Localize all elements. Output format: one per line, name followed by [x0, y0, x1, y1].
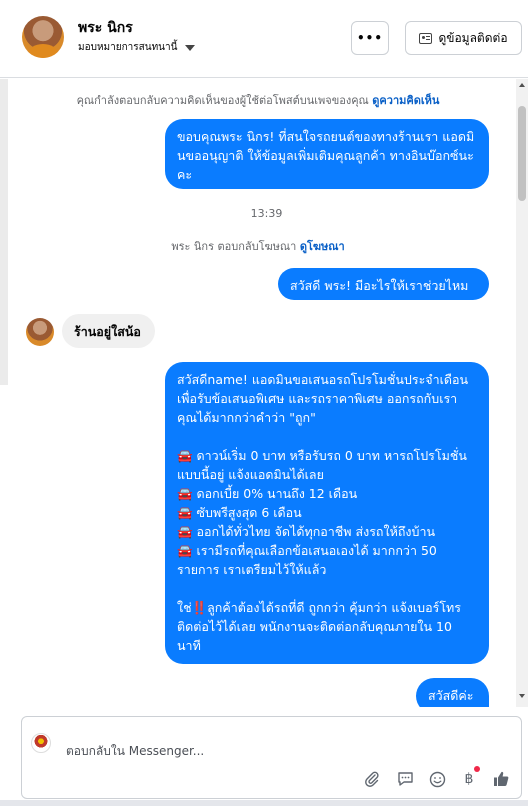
view-ad-link[interactable]: ดูโฆษณา	[300, 240, 345, 253]
avatar[interactable]	[22, 16, 64, 58]
reply-context-notice: คุณกำลังตอบกลับความคิดเห็นของผู้ใช้ต่อโพ…	[0, 91, 516, 109]
timestamp: 13:39	[250, 207, 283, 220]
ad-reply-text: พระ นิกร ตอบกลับโฆษณา	[171, 240, 297, 253]
like-icon[interactable]	[491, 769, 511, 789]
message-input[interactable]: ตอบกลับใน Messenger...	[66, 742, 204, 761]
view-contact-button[interactable]: ดูข้อมูลติดต่อ	[405, 21, 522, 55]
left-rail	[0, 79, 8, 385]
page-avatar	[31, 733, 51, 753]
composer-area: ตอบกลับใน Messenger... ฿	[0, 707, 528, 806]
sender-avatar	[26, 318, 54, 346]
assign-label: มอบหมายการสนทนานี้	[78, 42, 178, 53]
notice-text: คุณกำลังตอบกลับความคิดเห็นของผู้ใช้ต่อโพ…	[76, 94, 369, 107]
view-contact-label: ดูข้อมูลติดต่อ	[438, 30, 508, 45]
emoji-icon[interactable]	[427, 769, 447, 789]
message-composer[interactable]: ตอบกลับใน Messenger... ฿	[21, 716, 522, 799]
outgoing-message: สวัสดีname! แอดมินขอเสนอรถโปรโมชั่นประจำ…	[165, 362, 489, 664]
assign-dropdown[interactable]: มอบหมายการสนทนานี้	[78, 40, 196, 55]
notification-dot	[474, 766, 480, 772]
ad-reply-notice: พระ นิกร ตอบกลับโฆษณา ดูโฆษณา	[0, 237, 516, 255]
incoming-message: ร้านอยู่ใสน้อ	[62, 314, 155, 348]
more-options-button[interactable]: •••	[351, 21, 389, 55]
contact-card-icon	[419, 32, 433, 44]
conversation-header: พระ นิกร มอบหมายการสนทนานี้ ••• ดูข้อมูล…	[0, 0, 528, 78]
outgoing-message: ขอบคุณพระ นิกร! ที่สนใจรถยนต์ของทางร้านเ…	[165, 119, 489, 189]
scroll-up-arrow[interactable]	[519, 83, 525, 87]
saved-reply-icon[interactable]	[395, 769, 415, 789]
view-comment-link[interactable]: ดูความคิดเห็น	[372, 94, 439, 107]
contact-name[interactable]: พระ นิกร	[78, 17, 133, 39]
attach-icon[interactable]	[362, 769, 382, 789]
scroll-down-arrow[interactable]	[519, 694, 525, 698]
scroll-thumb[interactable]	[518, 106, 526, 201]
outgoing-message: สวัสดี พระ! มีอะไรให้เราช่วยไหม	[278, 268, 489, 300]
caret-down-icon	[185, 44, 196, 51]
payment-icon[interactable]: ฿	[459, 769, 479, 789]
bottom-divider	[0, 800, 528, 806]
